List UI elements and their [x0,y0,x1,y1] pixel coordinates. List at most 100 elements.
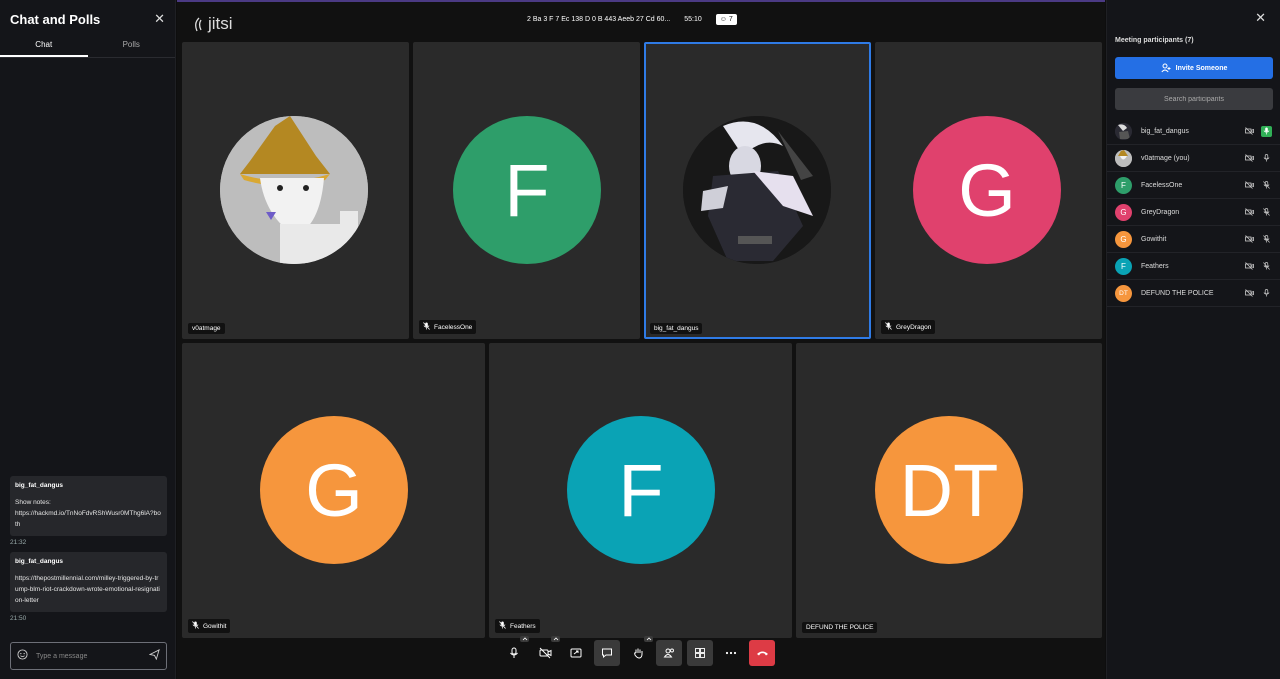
more-options-button[interactable] [718,640,744,666]
avatar: G [913,116,1061,264]
participant-name-tag: DEFUND THE POLICE [802,622,878,633]
room-name: 2 Ba 3 F 7 Ec 138 D 0 B 443 Aeeb 27 Cd 6… [527,16,671,23]
mic-muted-icon [423,322,430,332]
camera-off-icon [1244,180,1255,191]
mic-muted-icon [1261,207,1272,218]
message-author: big_fat_dangus [15,482,64,489]
microphone-button[interactable] [501,636,529,666]
mic-muted-icon [885,322,892,332]
participant-row[interactable]: v0atmage (you) [1107,145,1280,172]
participant-name-tag: GreyDragon [881,320,936,334]
camera-off-icon [1244,288,1255,299]
tile-view-button[interactable] [687,640,713,666]
participant-row[interactable]: DT DEFUND THE POLICE [1107,280,1280,307]
search-participants-input[interactable] [1115,88,1273,110]
video-stage: jitsi 2 Ba 3 F 7 Ec 138 D 0 B 443 Aeeb 2… [177,0,1105,679]
meeting-info-bar: 2 Ba 3 F 7 Ec 138 D 0 B 443 Aeeb 27 Cd 6… [527,14,737,25]
participants-icon [663,648,674,658]
chat-message: big_fat_dangus https://thepostmillennial… [10,552,167,612]
participant-row[interactable]: big_fat_dangus [1107,118,1280,145]
jitsi-logo-icon [195,17,202,31]
camera-off-icon [1244,261,1255,272]
tab-chat[interactable]: Chat [0,38,88,57]
avatar [683,116,831,264]
more-icon [725,651,737,655]
chevron-up-icon[interactable] [644,636,653,642]
participant-name-tag: big_fat_dangus [650,323,703,334]
video-tile[interactable]: G GreyDragon [875,42,1102,339]
chat-panel: Chat and Polls ✕ Chat Polls big_fat_dang… [0,0,176,679]
avatar: F [453,116,601,264]
close-chat-icon[interactable]: ✕ [154,11,165,27]
chat-message: big_fat_dangus Show notes: https://hackm… [10,476,167,536]
hangup-button[interactable] [749,640,775,666]
chevron-up-icon[interactable] [520,636,529,642]
jitsi-meeting-window: Chat and Polls ✕ Chat Polls big_fat_dang… [0,0,1280,679]
grid-icon [695,648,705,658]
chat-icon [602,648,612,659]
camera-button[interactable] [532,636,560,666]
participant-name-tag: v0atmage [188,323,225,334]
chat-title: Chat and Polls [10,11,101,27]
raise-hand-button[interactable] [625,636,653,666]
chat-composer [10,642,167,670]
camera-off-icon [1244,126,1255,137]
video-tile[interactable]: DT DEFUND THE POLICE [796,343,1102,638]
camera-off-icon [1244,234,1255,245]
share-screen-button[interactable] [563,640,589,666]
participant-row[interactable]: G Gowithit [1107,226,1280,253]
chat-header: Chat and Polls ✕ [0,0,175,38]
avatar: DT [1115,284,1132,302]
close-participants-icon[interactable]: ✕ [1255,10,1266,26]
send-icon[interactable] [148,647,160,665]
avatar: G [1115,203,1132,221]
participant-name-tag: Gowithit [188,619,231,633]
video-tile[interactable]: v0atmage [182,42,409,339]
avatar [220,116,368,264]
top-accent-line [177,0,1105,2]
message-link[interactable]: https://hackmd.io/TnNoFdvRShWusr0MThg6lA… [15,508,162,530]
camera-off-icon [539,647,551,659]
avatar: F [1115,257,1132,275]
participant-name-tag: FacelessOne [419,320,477,334]
mic-active-icon [1261,125,1272,137]
participant-count-badge[interactable]: ☺ 7 [715,14,737,25]
video-tile[interactable]: F Feathers [489,343,792,638]
mic-muted-icon [1261,261,1272,272]
tab-polls[interactable]: Polls [88,38,176,57]
message-time: 21:50 [10,615,27,622]
avatar: G [260,416,408,564]
participant-row[interactable]: F FacelessOne [1107,172,1280,199]
video-tile[interactable]: G Gowithit [182,343,485,638]
chat-tabs: Chat Polls [0,38,175,58]
message-link[interactable]: https://thepostmillennial.com/milley-tri… [15,573,162,606]
people-icon: ☺ [719,16,727,23]
chat-button[interactable] [594,640,620,666]
jitsi-logo: jitsi [193,14,233,34]
participant-row[interactable]: G GreyDragon [1107,199,1280,226]
avatar: DT [875,416,1023,564]
add-user-icon [1161,63,1171,73]
avatar [1115,149,1132,167]
hangup-icon [756,651,768,656]
camera-off-icon [1244,153,1255,164]
participant-row[interactable]: F Feathers [1107,253,1280,280]
share-screen-icon [570,648,582,658]
video-tile-active-speaker[interactable]: big_fat_dangus [644,42,871,339]
camera-off-icon [1244,207,1255,218]
meeting-toolbar [501,636,775,666]
invite-someone-button[interactable]: Invite Someone [1115,57,1273,79]
chevron-up-icon[interactable] [551,636,560,642]
avatar: F [567,416,715,564]
video-tile[interactable]: F FacelessOne [413,42,640,339]
participant-name-tag: Feathers [495,619,540,633]
character-avatar-image [683,116,831,264]
message-label: Show notes: [15,499,51,506]
mic-muted-icon [1261,234,1272,245]
message-input[interactable] [36,652,141,660]
emoji-icon[interactable] [17,647,28,665]
avatar: F [1115,176,1132,194]
mic-muted-icon [1261,180,1272,191]
message-time: 21:32 [10,539,27,546]
participants-button[interactable] [656,640,682,666]
